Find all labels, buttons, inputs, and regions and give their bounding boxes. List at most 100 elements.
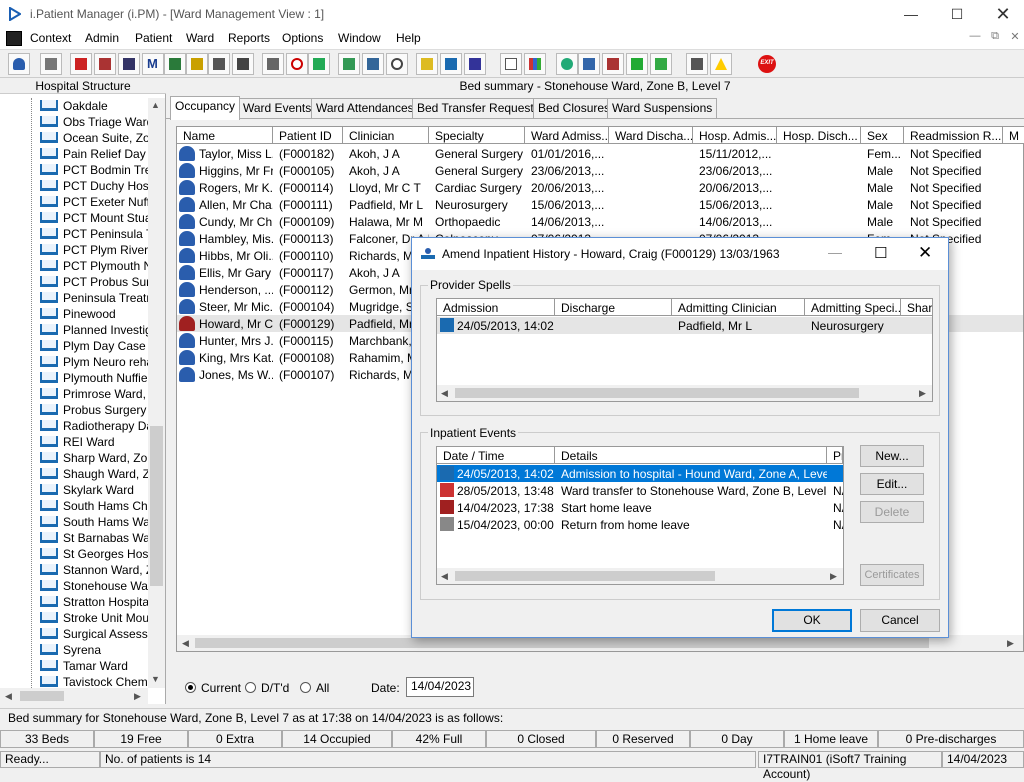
scroll-right-icon[interactable]: ▶ <box>134 691 141 702</box>
dialog-close-button[interactable]: ✕ <box>918 243 932 263</box>
ps-scroll-left-icon[interactable]: ◀ <box>441 388 448 399</box>
grid-scroll-left-icon[interactable]: ◀ <box>182 638 189 649</box>
toolbar-download-button[interactable] <box>626 53 648 75</box>
provider-spells-scrollbar[interactable]: ◀ ▶ <box>437 385 932 401</box>
inpatient-event-column-header[interactable]: Details <box>555 447 827 464</box>
grid-column-header[interactable]: Ward Admiss... <box>525 127 609 144</box>
toolbar-clock-button[interactable] <box>286 53 308 75</box>
ward-tree[interactable]: Oakdale Obs Triage Ward Ocean Suite, Zor Pa… <box>0 98 148 688</box>
ward-tree-item[interactable]: Peninsula Treatm <box>40 290 148 306</box>
ps-scroll-thumb[interactable] <box>455 388 859 398</box>
toolbar-document-button[interactable] <box>500 53 522 75</box>
inpatient-event-row[interactable]: 28/05/2013, 13:48 Ward transfer to Stoneh… <box>437 482 843 499</box>
grid-column-header[interactable]: Hosp. Disch... <box>777 127 861 144</box>
scroll-down-icon[interactable]: ▼ <box>151 674 160 684</box>
ward-tree-item[interactable]: Tavistock Chemo <box>40 674 148 688</box>
toolbar-screens-button[interactable] <box>362 53 384 75</box>
grid-column-header[interactable]: Name <box>177 127 273 144</box>
maximize-button[interactable]: ☐ <box>934 0 980 28</box>
tree-horizontal-scrollbar[interactable]: ◀ ▶ <box>0 688 148 704</box>
ward-tree-item[interactable]: St Barnabas War <box>40 530 148 546</box>
ward-tree-item[interactable]: Radiotherapy Day <box>40 418 148 434</box>
menu-window[interactable]: Window <box>338 31 381 45</box>
cancel-button[interactable]: Cancel <box>860 609 940 632</box>
ward-tree-item[interactable]: Tamar Ward <box>40 658 148 674</box>
grid-column-header[interactable]: Sex <box>861 127 904 144</box>
toolbar-patient-button[interactable] <box>8 53 30 75</box>
toolbar-list-button[interactable] <box>118 53 140 75</box>
ward-tree-item[interactable]: PCT Probus Surg <box>40 274 148 290</box>
ev-scroll-right-icon[interactable]: ▶ <box>830 571 837 582</box>
dtd-radio-label[interactable]: D/T'd <box>261 681 289 695</box>
mdi-restore-icon[interactable]: ⧉ <box>986 30 1004 46</box>
toolbar-approve-button[interactable] <box>578 53 600 75</box>
dialog-maximize-button[interactable]: ☐ <box>874 244 887 262</box>
mdi-minimize-icon[interactable]: — <box>966 30 984 46</box>
grid-column-header[interactable]: Hosp. Admis... <box>693 127 777 144</box>
toolbar-cancel-button[interactable] <box>262 53 284 75</box>
ward-tree-item[interactable]: Syrena <box>40 642 148 658</box>
provider-spell-column-header[interactable]: Shar <box>901 299 932 316</box>
scroll-up-icon[interactable]: ▲ <box>151 100 160 110</box>
date-input[interactable]: 14/04/2023 <box>406 677 474 697</box>
ward-tree-item[interactable]: Stroke Unit Mour <box>40 610 148 626</box>
ward-tree-item[interactable]: PCT Plymouth Nu <box>40 258 148 274</box>
toolbar-clinician-button[interactable] <box>164 53 186 75</box>
grid-column-header[interactable]: Ward Discha... <box>609 127 693 144</box>
table-row[interactable]: Allen, Mr Cha... (F000111) Padfield, Mr L N… <box>177 196 1023 213</box>
toolbar-globe-button[interactable] <box>556 53 578 75</box>
table-row[interactable]: Rogers, Mr K... (F000114) Lloyd, Mr C T Car… <box>177 179 1023 196</box>
menu-help[interactable]: Help <box>396 31 421 45</box>
delete-event-button[interactable]: Delete <box>860 501 924 523</box>
tree-scroll-thumb[interactable] <box>150 426 163 586</box>
inpatient-event-column-header[interactable]: Date / Time <box>437 447 555 464</box>
inpatient-event-row[interactable]: 15/04/2023, 00:00 Return from home leave N… <box>437 516 843 533</box>
ward-tree-item[interactable]: Surgical Assessm <box>40 626 148 642</box>
toolbar-m-button[interactable]: M <box>142 53 164 75</box>
tab-ward-events[interactable]: Ward Events <box>238 98 317 118</box>
certificates-button[interactable]: Certificates <box>860 564 924 586</box>
tab-bed-transfer-requests[interactable]: Bed Transfer Requests <box>412 98 545 118</box>
toolbar-timer-button[interactable] <box>386 53 408 75</box>
ward-tree-item[interactable]: Primrose Ward, Z <box>40 386 148 402</box>
ward-tree-item[interactable]: South Hams Cher <box>40 498 148 514</box>
tab-ward-suspensions[interactable]: Ward Suspensions <box>607 98 718 118</box>
toolbar-nurse-button[interactable] <box>464 53 486 75</box>
table-row[interactable]: Taylor, Miss L... (F000182) Akoh, J A Gener… <box>177 145 1023 162</box>
ward-tree-item[interactable]: Plym Day Case U <box>40 338 148 354</box>
ward-tree-item[interactable]: PCT Bodmin Trea <box>40 162 148 178</box>
ward-tree-item[interactable]: Oakdale <box>40 98 148 114</box>
ward-tree-item[interactable]: Obs Triage Ward <box>40 114 148 130</box>
all-radio[interactable] <box>300 682 311 693</box>
inpatient-events-scrollbar[interactable]: ◀ ▶ <box>437 568 843 584</box>
provider-spell-column-header[interactable]: Admission <box>437 299 555 316</box>
ward-tree-item[interactable]: Skylark Ward <box>40 482 148 498</box>
grid-column-header[interactable]: Readmission R... <box>904 127 1003 144</box>
inpatient-events-list[interactable]: Date / TimeDetailsPr 24/05/2013, 14:02 Ad… <box>436 446 844 585</box>
ward-tree-item[interactable]: PCT Peninsula Tr <box>40 226 148 242</box>
ward-tree-item[interactable]: Stannon Ward, Z <box>40 562 148 578</box>
ward-tree-item[interactable]: Shaugh Ward, Zo <box>40 466 148 482</box>
inpatient-event-row[interactable]: 14/04/2023, 17:38 Start home leave NA <box>437 499 843 516</box>
ok-button[interactable]: OK <box>772 609 852 632</box>
inpatient-event-row[interactable]: 24/05/2013, 14:02 Admission to hospital -… <box>437 465 843 482</box>
ward-tree-item[interactable]: PCT Exeter Nuffie <box>40 194 148 210</box>
scroll-left-icon[interactable]: ◀ <box>5 691 12 702</box>
toolbar-transport-button[interactable] <box>208 53 230 75</box>
all-radio-label[interactable]: All <box>316 681 329 695</box>
grid-hscroll-thumb[interactable] <box>195 638 929 648</box>
grid-scroll-right-icon[interactable]: ▶ <box>1007 638 1014 649</box>
provider-spell-column-header[interactable]: Discharge <box>555 299 672 316</box>
ward-tree-item[interactable]: Plymouth Nuffield <box>40 370 148 386</box>
provider-spells-list[interactable]: Admission Discharge Admitting Clinician Adm… <box>436 298 933 402</box>
dtd-radio[interactable] <box>245 682 256 693</box>
minimize-button[interactable]: — <box>888 0 934 28</box>
ward-tree-item[interactable]: St Georges Hosp <box>40 546 148 562</box>
toolbar-bed-button[interactable] <box>440 53 462 75</box>
table-row[interactable]: Higgins, Mr Fr... (F000105) Akoh, J A Gener… <box>177 162 1023 179</box>
toolbar-refresh-button[interactable] <box>650 53 672 75</box>
menu-admin[interactable]: Admin <box>85 31 119 45</box>
ward-tree-item[interactable]: Stratton Hospital <box>40 594 148 610</box>
current-radio[interactable] <box>185 682 196 693</box>
ward-tree-item[interactable]: Planned Investig <box>40 322 148 338</box>
